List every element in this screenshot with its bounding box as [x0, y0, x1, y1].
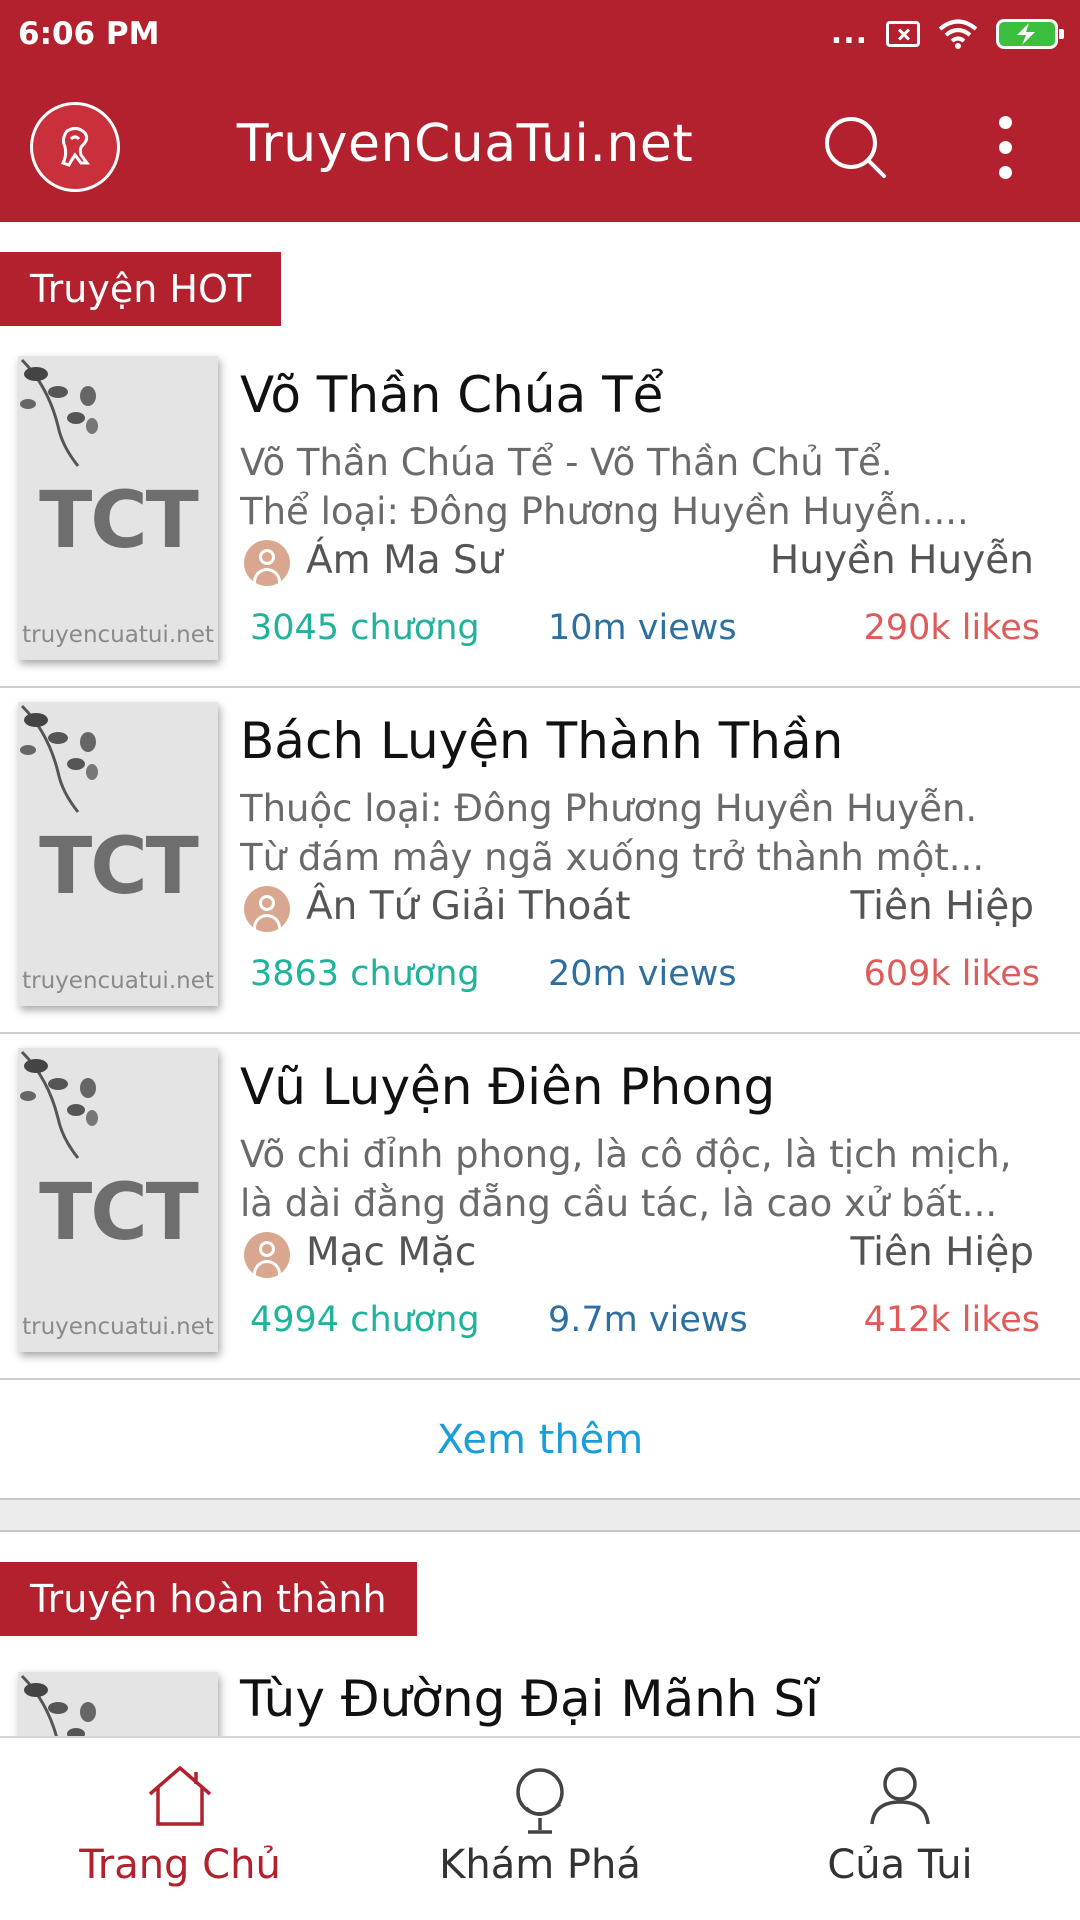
- status-bar: 6:06 PM ...: [0, 0, 1080, 74]
- story-description: Võ chi đỉnh phong, là cô độc, là tịch mị…: [240, 1130, 1040, 1228]
- nav-item-home[interactable]: Trang Chủ: [0, 1738, 360, 1920]
- story-chapters: 4994 chương: [250, 1300, 480, 1340]
- story-views: 9.7m views: [548, 1300, 748, 1340]
- story-genre: Huyền Huyễn: [769, 538, 1034, 583]
- overflow-menu-button[interactable]: [980, 110, 1030, 184]
- ink-branch-icon: [20, 1674, 96, 1738]
- story-likes: 290k likes: [863, 608, 1040, 648]
- battery-charging-icon: [996, 19, 1064, 49]
- nav-item-profile[interactable]: Của Tui: [720, 1738, 1080, 1920]
- story-likes: 609k likes: [863, 954, 1040, 994]
- nav-label-profile: Của Tui: [827, 1842, 973, 1888]
- story-card[interactable]: TCT truyencuatui.net Võ Thần Chúa Tể Võ …: [0, 342, 1080, 688]
- story-title[interactable]: Tùy Đường Đại Mãnh Sĩ: [240, 1670, 819, 1728]
- section-title-hot: Truyện HOT: [0, 252, 282, 326]
- story-description-line: Võ Thần Chúa Tể - Võ Thần Chủ Tể.: [240, 441, 893, 484]
- story-description: Thuộc loại: Đông Phương Huyền Huyễn. Từ …: [240, 784, 1040, 882]
- notification-dots-icon: ...: [830, 16, 868, 51]
- nav-item-explore[interactable]: Khám Phá: [360, 1738, 720, 1920]
- globe-icon: [516, 1768, 564, 1834]
- home-icon: [148, 1766, 212, 1826]
- search-button[interactable]: [818, 110, 892, 184]
- story-description-line: Võ chi đỉnh phong, là cô độc, là tịch mị…: [240, 1133, 1012, 1176]
- story-genre: Tiên Hiệp: [850, 1230, 1034, 1275]
- story-title[interactable]: Vũ Luyện Điên Phong: [240, 1058, 775, 1116]
- story-description: Võ Thần Chúa Tể - Võ Thần Chủ Tể. Thể lo…: [240, 438, 1040, 536]
- ink-branch-icon: [20, 704, 98, 813]
- author-avatar-icon: [244, 540, 290, 586]
- section-title-completed: Truyện hoàn thành: [0, 1562, 417, 1636]
- story-description-line: là dài đằng đẵng cầu tác, là cao xử bất.…: [240, 1182, 998, 1225]
- story-cover[interactable]: [18, 1672, 218, 1738]
- story-genre: Tiên Hiệp: [850, 884, 1034, 929]
- no-sim-icon: [886, 21, 920, 47]
- cover-site: truyencuatui.net: [22, 1314, 214, 1340]
- section-divider: [0, 1498, 1080, 1532]
- more-dot-icon: [998, 115, 1012, 129]
- story-chapters: 3045 chương: [250, 608, 480, 648]
- author-avatar-icon: [244, 886, 290, 932]
- story-description-line: Thuộc loại: Đông Phương Huyền Huyễn.: [240, 787, 978, 830]
- story-cover[interactable]: TCT truyencuatui.net: [18, 702, 218, 1006]
- status-time: 6:06 PM: [18, 16, 160, 52]
- story-author: Mạc Mặc: [306, 1230, 477, 1275]
- status-icons: ...: [830, 16, 1064, 51]
- story-card[interactable]: TCT truyencuatui.net Vũ Luyện Điên Phong…: [0, 1034, 1080, 1380]
- nav-label-home: Trang Chủ: [79, 1842, 281, 1888]
- story-description-line: Từ đám mây ngã xuống trở thành một...: [240, 836, 985, 879]
- ink-branch-icon: [20, 1050, 98, 1159]
- story-card[interactable]: TCT truyencuatui.net Bách Luyện Thành Th…: [0, 688, 1080, 1034]
- user-icon: [870, 1767, 930, 1825]
- story-title[interactable]: Bách Luyện Thành Thần: [240, 712, 843, 770]
- story-card[interactable]: Tùy Đường Đại Mãnh Sĩ: [0, 1660, 1080, 1738]
- story-author: Ân Tứ Giải Thoát: [306, 884, 631, 929]
- story-chapters: 3863 chương: [250, 954, 480, 994]
- cover-code: TCT: [39, 476, 199, 566]
- story-likes: 412k likes: [863, 1300, 1040, 1340]
- nav-label-explore: Khám Phá: [439, 1842, 641, 1888]
- bottom-navigation: Trang Chủ Khám Phá Của Tui: [0, 1736, 1080, 1920]
- cover-site: truyencuatui.net: [22, 968, 214, 994]
- story-title[interactable]: Võ Thần Chúa Tể: [240, 366, 663, 424]
- more-dot-icon: [998, 165, 1012, 179]
- story-views: 20m views: [548, 954, 737, 994]
- cover-site: truyencuatui.net: [22, 622, 214, 648]
- more-dot-icon: [998, 140, 1012, 154]
- author-avatar-icon: [244, 1232, 290, 1278]
- story-views: 10m views: [548, 608, 737, 648]
- cover-code: TCT: [39, 822, 199, 912]
- story-cover[interactable]: TCT truyencuatui.net: [18, 1048, 218, 1352]
- wifi-icon: [938, 19, 978, 49]
- story-cover[interactable]: TCT truyencuatui.net: [18, 356, 218, 660]
- story-description-line: Thể loại: Đông Phương Huyền Huyễn....: [240, 490, 969, 533]
- story-author: Ám Ma Sư: [306, 538, 503, 583]
- app-title: TruyenCuaTui.net: [236, 114, 694, 174]
- app-bar: TruyenCuaTui.net: [0, 74, 1080, 222]
- ink-branch-icon: [20, 358, 98, 467]
- see-more-link[interactable]: Xem thêm: [0, 1382, 1080, 1498]
- cover-code: TCT: [39, 1168, 199, 1258]
- search-icon: [825, 117, 886, 178]
